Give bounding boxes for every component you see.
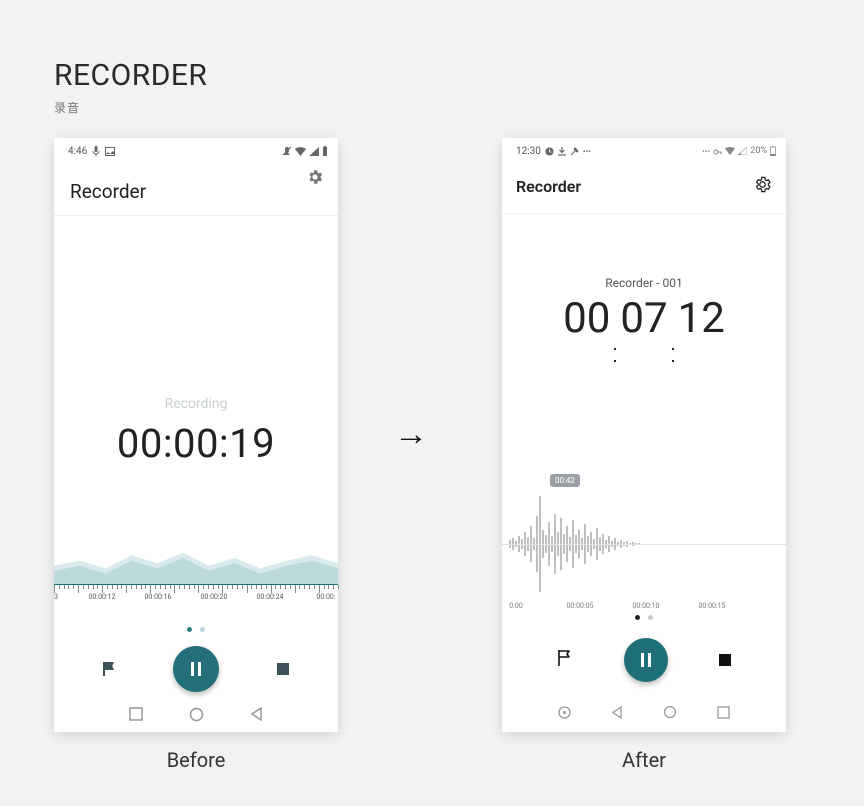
mute-icon [282, 146, 292, 156]
nav-back-icon[interactable] [611, 706, 623, 719]
nav-home-icon[interactable] [189, 707, 204, 722]
more-dots-icon: ••• [702, 147, 710, 156]
signal-icon [309, 147, 319, 156]
arrow-icon: → [394, 414, 428, 454]
wifi-icon [295, 147, 306, 156]
pager-dots[interactable] [54, 617, 338, 636]
tools-icon [570, 147, 579, 156]
nav-home-icon[interactable] [663, 705, 677, 719]
pager-dots[interactable] [502, 605, 786, 624]
status-time: 12:30 [516, 146, 541, 157]
app-header: Recorder [54, 160, 338, 216]
download-icon [558, 147, 566, 156]
pause-icon [641, 653, 651, 667]
caption-before: Before [54, 748, 338, 772]
page-heading: RECORDER 录音 [54, 58, 207, 116]
nav-extra-icon[interactable] [558, 706, 571, 719]
key-icon [713, 147, 722, 156]
timer-display: 00:00:19 [54, 420, 338, 467]
battery-icon [770, 146, 776, 156]
page-subtitle: 录音 [54, 99, 207, 116]
clock-alert-icon [545, 147, 554, 156]
pause-icon [191, 662, 201, 676]
signal-icon [738, 147, 747, 155]
phone-before: 4:46 Recorder Recording 00:00:19 300:00:… [54, 138, 338, 732]
recording-name: Recorder - 001 [502, 276, 786, 290]
caption-after: After [502, 748, 786, 772]
waveform-area [54, 532, 338, 584]
flag-button[interactable] [557, 649, 573, 671]
stop-icon [277, 663, 289, 675]
phone-after: 12:30 ••• ••• 20% Recorder Recorder - 00… [502, 138, 786, 732]
pager-dot[interactable] [648, 615, 653, 620]
gear-icon [753, 179, 772, 198]
app-title: Recorder [516, 177, 581, 196]
settings-button[interactable] [306, 168, 324, 190]
playback-controls [502, 638, 786, 682]
android-nav-bar [502, 692, 786, 732]
battery-icon [322, 146, 328, 156]
app-toolbar: Recorder [502, 160, 786, 214]
status-time: 4:46 [68, 146, 87, 157]
timer-display: 000712 [502, 294, 786, 343]
playback-controls [54, 646, 338, 692]
stop-icon [719, 654, 731, 666]
nav-recent-icon[interactable] [717, 706, 730, 719]
page-title: RECORDER [54, 58, 207, 93]
more-icon: ••• [583, 147, 591, 156]
app-title: Recorder [70, 180, 322, 203]
pause-button[interactable] [624, 638, 668, 682]
image-icon [105, 147, 115, 156]
gear-icon [306, 171, 324, 190]
flag-icon [103, 662, 115, 676]
waveform-spikes [502, 494, 786, 594]
recording-status-label: Recording [54, 396, 338, 412]
nav-recent-icon[interactable] [129, 707, 143, 721]
settings-button[interactable] [753, 175, 772, 198]
pause-button[interactable] [173, 646, 219, 692]
time-ruler: 300:00:1200:00:1600:00:2000:00:2400:00: [54, 584, 338, 612]
wifi-icon [725, 147, 735, 155]
stop-button[interactable] [277, 663, 289, 675]
stop-button[interactable] [719, 654, 731, 666]
pager-dot[interactable] [187, 627, 192, 632]
flag-button[interactable] [103, 662, 115, 676]
nav-back-icon[interactable] [250, 707, 263, 721]
status-bar: 4:46 [54, 138, 338, 160]
pager-dot[interactable] [200, 627, 205, 632]
pager-dot[interactable] [635, 615, 640, 620]
battery-label: 20% [750, 146, 767, 156]
android-nav-bar [54, 696, 338, 732]
mic-icon [92, 146, 100, 156]
flag-outline-icon [557, 652, 573, 671]
status-bar: 12:30 ••• ••• 20% [502, 138, 786, 160]
marker-badge[interactable]: 00:42 [550, 474, 580, 487]
